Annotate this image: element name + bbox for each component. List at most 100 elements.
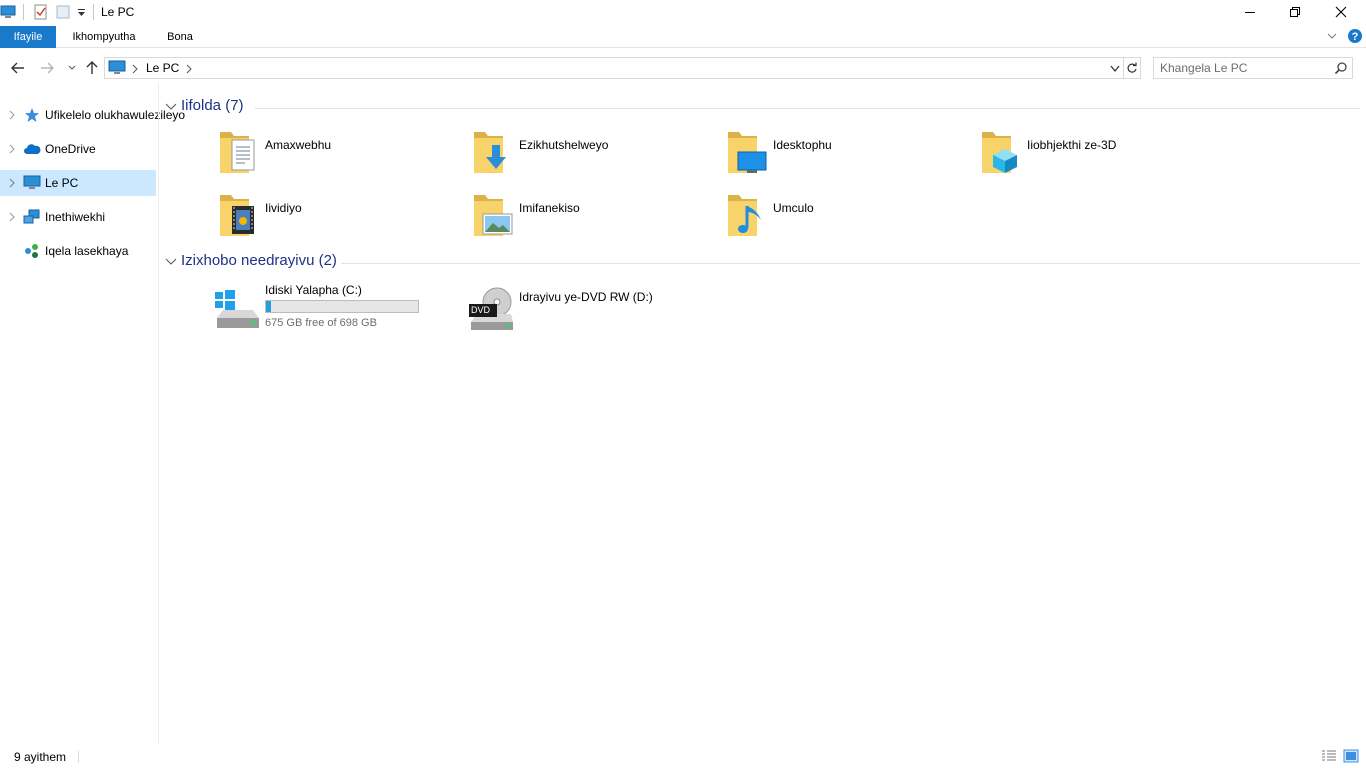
tab-computer[interactable]: Ikhompyutha bbox=[60, 26, 148, 48]
folder-tile-documents[interactable]: Amaxwebhu bbox=[219, 129, 459, 187]
tab-file[interactable]: Ifayile bbox=[0, 26, 56, 48]
folder-tile-music[interactable]: Umculo bbox=[727, 192, 967, 250]
minimize-button[interactable] bbox=[1227, 0, 1273, 24]
folder-tile-3d-objects[interactable]: Iiobhjekthi ze-3D bbox=[981, 129, 1221, 187]
arrow-up-icon bbox=[86, 61, 98, 74]
drive-tile-dvd[interactable]: DVD Idrayivu ye-DVD RW (D:) bbox=[469, 280, 683, 334]
downloads-folder-icon bbox=[473, 129, 521, 177]
tab-view[interactable]: Bona bbox=[158, 26, 202, 48]
documents-folder-icon bbox=[219, 129, 267, 177]
search-icon[interactable] bbox=[1334, 61, 1348, 78]
up-button[interactable] bbox=[82, 58, 102, 78]
expand-chevron-icon[interactable] bbox=[6, 211, 18, 223]
collapse-chevron-icon[interactable] bbox=[165, 256, 177, 270]
sidebar-item-label: Le PC bbox=[45, 176, 79, 190]
folder-tile-downloads[interactable]: Ezikhutshelweyo bbox=[473, 129, 713, 187]
properties-icon[interactable] bbox=[32, 4, 48, 20]
recent-locations-button[interactable] bbox=[62, 58, 82, 78]
sidebar-item-quick-access[interactable]: Ufikelelo olukhawulezileyo bbox=[0, 102, 185, 128]
folder-tile-videos[interactable]: Iividiyo bbox=[219, 192, 459, 250]
sidebar-item-label: OneDrive bbox=[45, 142, 96, 156]
computer-icon[interactable] bbox=[0, 4, 16, 20]
drive-name: Idiski Yalapha (C:) bbox=[265, 283, 362, 297]
item-count: 9 ayithem bbox=[14, 750, 67, 764]
back-button[interactable] bbox=[8, 58, 28, 78]
details-view-icon[interactable] bbox=[1321, 749, 1337, 766]
refresh-button[interactable] bbox=[1123, 57, 1141, 79]
folder-name: Imifanekiso bbox=[519, 201, 580, 215]
expand-chevron-icon[interactable] bbox=[6, 177, 18, 189]
refresh-icon bbox=[1127, 62, 1137, 73]
drive-usage-fill bbox=[266, 301, 272, 312]
chevron-down-icon bbox=[68, 65, 76, 70]
group-divider bbox=[341, 263, 1360, 264]
group-title: Iifolda (7) bbox=[181, 97, 244, 114]
qat-separator bbox=[23, 4, 24, 20]
search-box[interactable] bbox=[1153, 57, 1353, 79]
breadcrumb-segment[interactable]: Le PC bbox=[146, 61, 179, 75]
restore-button[interactable] bbox=[1272, 0, 1318, 24]
breadcrumb-chevron-icon[interactable] bbox=[131, 63, 139, 77]
close-icon bbox=[1335, 6, 1347, 18]
address-history-dropdown-icon[interactable] bbox=[1109, 63, 1121, 77]
pane-splitter[interactable] bbox=[158, 82, 159, 744]
collapse-chevron-icon[interactable] bbox=[165, 101, 177, 115]
computer-icon bbox=[108, 60, 126, 79]
desktop-folder-icon bbox=[727, 129, 775, 177]
folder-name: Idesktophu bbox=[773, 138, 832, 152]
homegroup-icon bbox=[23, 243, 41, 259]
sidebar-item-network[interactable]: Inethiwekhi bbox=[0, 204, 156, 230]
folder-name: Iiobhjekthi ze-3D bbox=[1027, 138, 1117, 152]
new-folder-icon[interactable] bbox=[55, 4, 71, 20]
status-separator bbox=[78, 751, 79, 763]
expand-ribbon-icon[interactable] bbox=[1326, 30, 1338, 45]
title-bar: Le PC bbox=[0, 0, 1366, 26]
sidebar-item-this-pc[interactable]: Le PC bbox=[0, 170, 156, 196]
search-input[interactable] bbox=[1160, 60, 1330, 76]
window-title: Le PC bbox=[101, 5, 135, 19]
folder-name: Iividiyo bbox=[265, 201, 302, 215]
local-disk-icon bbox=[213, 288, 261, 336]
large-icons-view-icon[interactable] bbox=[1343, 748, 1359, 767]
minimize-icon bbox=[1245, 12, 1255, 13]
help-icon[interactable]: ? bbox=[1347, 28, 1363, 47]
drive-name: Idrayivu ye-DVD RW (D:) bbox=[519, 290, 653, 304]
ribbon-tabs: Ifayile Ikhompyutha Bona ? bbox=[0, 26, 1366, 48]
group-divider bbox=[255, 108, 1360, 109]
navigation-pane: Ufikelelo olukhawulezileyo OneDrive Le P… bbox=[0, 96, 185, 746]
expand-chevron-icon[interactable] bbox=[6, 143, 18, 155]
status-bar: 9 ayithem bbox=[0, 746, 1366, 768]
arrow-left-icon bbox=[11, 62, 24, 74]
address-bar[interactable]: Le PC bbox=[104, 57, 1124, 79]
qat-dropdown-icon[interactable] bbox=[74, 4, 90, 20]
sidebar-item-homegroup[interactable]: Iqela lasekhaya bbox=[0, 238, 156, 264]
group-header-folders[interactable]: Iifolda (7) bbox=[165, 97, 1360, 117]
pictures-folder-icon bbox=[473, 192, 521, 240]
forward-button[interactable] bbox=[37, 58, 57, 78]
arrow-right-icon bbox=[41, 62, 54, 74]
folder-tile-pictures[interactable]: Imifanekiso bbox=[473, 192, 713, 250]
folder-name: Ezikhutshelweyo bbox=[519, 138, 609, 152]
sidebar-item-onedrive[interactable]: OneDrive bbox=[0, 136, 156, 162]
videos-folder-icon bbox=[219, 192, 267, 240]
network-icon bbox=[23, 209, 41, 225]
music-folder-icon bbox=[727, 192, 775, 240]
group-header-drives[interactable]: Izixhobo needrayivu (2) bbox=[165, 252, 1360, 272]
breadcrumb-chevron-icon[interactable] bbox=[185, 63, 193, 77]
computer-icon bbox=[23, 175, 41, 191]
group-title: Izixhobo needrayivu (2) bbox=[181, 252, 337, 269]
expand-chevron-icon[interactable] bbox=[6, 109, 18, 121]
folder-name: Amaxwebhu bbox=[265, 138, 332, 152]
qat-separator bbox=[93, 4, 94, 20]
sidebar-item-label: Iqela lasekhaya bbox=[45, 244, 129, 258]
dvd-badge: DVD bbox=[471, 305, 491, 315]
restore-icon bbox=[1290, 7, 1300, 17]
folder-tile-desktop[interactable]: Idesktophu bbox=[727, 129, 967, 187]
cloud-icon bbox=[23, 141, 41, 157]
3d-objects-folder-icon bbox=[981, 129, 1029, 177]
svg-text:?: ? bbox=[1352, 31, 1359, 43]
sidebar-item-label: Inethiwekhi bbox=[45, 210, 106, 224]
drive-free-space: 675 GB free of 698 GB bbox=[265, 317, 377, 329]
close-button[interactable] bbox=[1318, 0, 1364, 24]
drive-tile-local-disk[interactable]: Idiski Yalapha (C:) 675 GB free of 698 G… bbox=[215, 280, 429, 334]
